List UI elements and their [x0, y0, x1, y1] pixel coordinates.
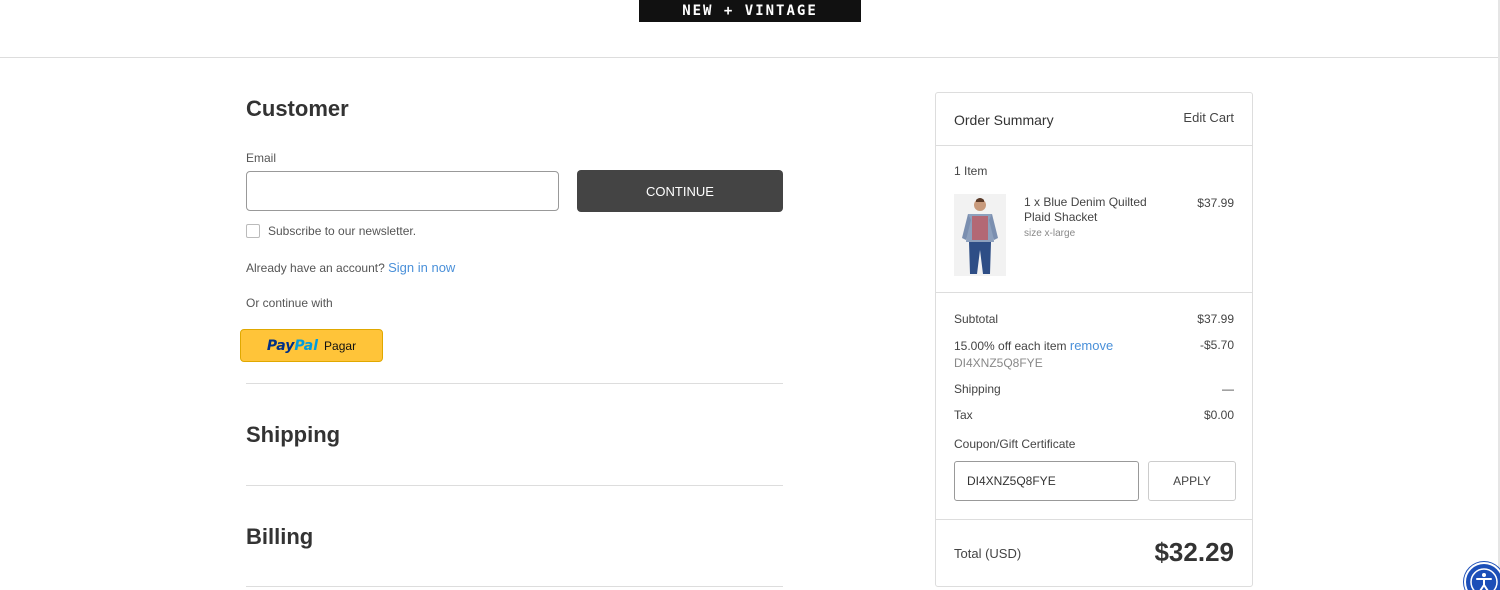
item-name: 1 x Blue Denim Quilted Plaid Shacket: [1024, 195, 1147, 224]
divider: [246, 485, 783, 486]
item-variant: size x-large: [1024, 228, 1076, 239]
divider: [246, 586, 783, 587]
discount-code: DI4XNZ5Q8FYE: [954, 356, 1043, 370]
sign-in-link[interactable]: Sign in now: [388, 260, 455, 275]
divider: [936, 145, 1252, 146]
remove-discount-link[interactable]: remove: [1070, 338, 1113, 353]
item-count: 1 Item: [954, 164, 988, 178]
tax-label: Tax: [954, 408, 973, 422]
account-prompt: Already have an account? Sign in now: [246, 260, 455, 275]
edit-cart-link[interactable]: Edit Cart: [1183, 110, 1234, 125]
account-prompt-text: Already have an account?: [246, 261, 385, 275]
site-logo[interactable]: NEW + VINTAGE CLOTHING: [639, 0, 861, 41]
paypal-button[interactable]: PayPal Pagar: [240, 329, 383, 362]
email-field[interactable]: [246, 171, 559, 211]
apply-coupon-button[interactable]: APPLY: [1148, 461, 1236, 501]
coupon-field[interactable]: [954, 461, 1139, 501]
tax-value: $0.00: [1203, 408, 1234, 422]
continue-button[interactable]: CONTINUE: [577, 170, 783, 212]
order-summary: Order Summary Edit Cart 1 Item 1 x Blue …: [935, 92, 1253, 587]
coupon-label: Coupon/Gift Certificate: [954, 437, 1076, 451]
email-label: Email: [246, 151, 277, 165]
subtotal-label: Subtotal: [954, 312, 999, 326]
divider: [936, 519, 1252, 520]
customer-title: Customer: [246, 96, 349, 121]
accessibility-icon: [1470, 568, 1498, 590]
newsletter-label[interactable]: Subscribe to our newsletter.: [268, 224, 416, 238]
discount-line: 15.00% off each item remove: [954, 338, 1234, 353]
total-value: $32.29: [1154, 537, 1234, 567]
accessibility-button[interactable]: [1464, 562, 1500, 590]
shipping-value: —: [1222, 382, 1234, 396]
newsletter-checkbox[interactable]: [246, 224, 260, 238]
product-image: [954, 194, 1006, 276]
or-continue-label: Or continue with: [246, 296, 333, 310]
discount-label: 15.00% off each item: [954, 339, 1067, 353]
subtotal-value: $37.99: [1197, 312, 1234, 326]
divider: [246, 383, 783, 384]
product-photo: [954, 194, 1006, 276]
site-header: NEW + VINTAGE CLOTHING: [0, 0, 1500, 58]
billing-title[interactable]: Billing: [246, 524, 313, 550]
divider: [936, 292, 1252, 293]
shipping-title[interactable]: Shipping: [246, 422, 340, 448]
discount-value: -$5.70: [1199, 338, 1234, 352]
paypal-logo: PayPal: [266, 337, 319, 354]
shipping-label: Shipping: [954, 382, 1001, 396]
paypal-action-label: Pagar: [324, 338, 357, 353]
item-price: $37.99: [1197, 196, 1234, 210]
